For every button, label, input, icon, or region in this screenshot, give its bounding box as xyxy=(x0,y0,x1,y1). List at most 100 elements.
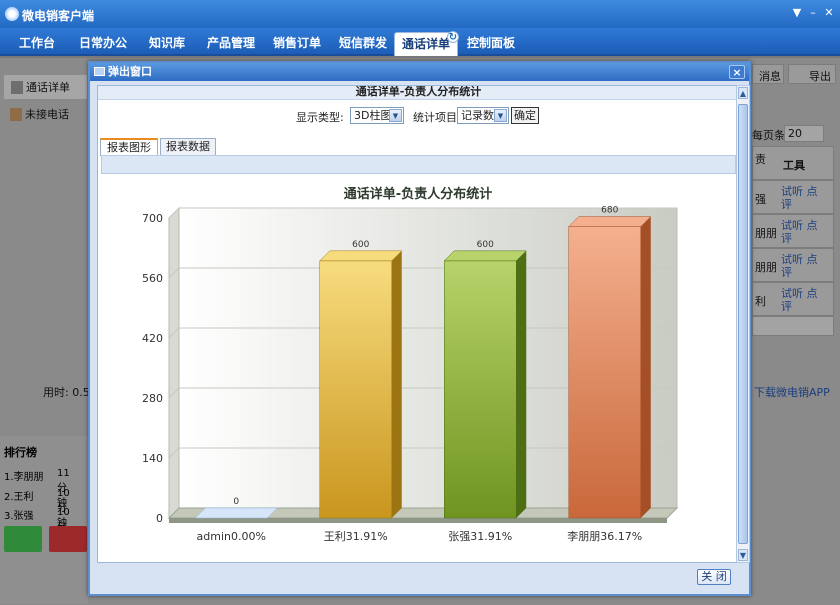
left-nav-label: 未接电话 xyxy=(25,108,69,121)
popup-header: 弹出窗口 × xyxy=(90,63,749,81)
column-header-tools: 工具 xyxy=(783,159,805,172)
page-size-value: 20 xyxy=(788,127,802,140)
ranking-name: 1.李朋朋 xyxy=(4,472,44,483)
table-row: 朋朋 试听 点评 xyxy=(752,248,834,282)
tab-report-chart[interactable]: 报表图形 xyxy=(100,138,158,156)
dropdown-icon[interactable]: ▼ xyxy=(790,6,804,20)
x-tick-label: 张强31.91% xyxy=(448,530,512,543)
chart-floor-edge xyxy=(169,518,667,523)
menu-item-call-details[interactable]: 通话详单 ↻ xyxy=(394,31,459,56)
ranking-row: 1.李朋朋 11分钟 xyxy=(4,468,70,509)
stat-item-value: 记录数 xyxy=(461,109,494,122)
ranking-row: 3.张强 10分钟 xyxy=(4,507,70,548)
y-tick-label: 560 xyxy=(142,272,163,285)
row-actions-link[interactable]: 试听 点评 xyxy=(781,253,821,279)
table-row: 利 试听 点评 xyxy=(752,282,834,316)
ranking-title: 排行榜 xyxy=(4,446,37,459)
bar xyxy=(444,260,517,519)
bar xyxy=(568,226,641,519)
menu-item-knowledge[interactable]: 知识库 xyxy=(142,32,192,56)
ranking-name: 3.张强 xyxy=(4,511,34,522)
left-nav-missed-calls[interactable]: 未接电话 xyxy=(3,102,88,128)
display-type-select[interactable]: 3D柱图 ▼ xyxy=(350,107,404,124)
y-tick-label: 140 xyxy=(142,452,163,465)
popup-title: 弹出窗口 xyxy=(108,65,152,78)
menu-item-products[interactable]: 产品管理 xyxy=(200,32,262,56)
popup-close-icon[interactable]: × xyxy=(729,65,745,79)
menu-item-call-details-label: 通话详单 xyxy=(401,37,450,51)
row-owner: 利 xyxy=(755,295,766,308)
scrollbar-thumb[interactable] xyxy=(738,104,748,544)
row-owner: 朋朋 xyxy=(755,261,777,274)
bar-chart: 通话详单-负责人分布统计 0 140 280 420 560 700 0 admin0.00% 6… xyxy=(142,186,679,543)
table-header: 责 工具 xyxy=(752,146,834,180)
bar-top xyxy=(568,216,652,227)
report-controls: 显示类型: 3D柱图 ▼ 统计项目: 记录数 ▼ 确定 xyxy=(98,107,737,125)
vertical-scrollbar[interactable]: ▲ ▼ xyxy=(736,85,750,563)
bar-side xyxy=(391,250,402,518)
phone-list-icon xyxy=(11,81,23,94)
message-button[interactable]: 消息 xyxy=(752,64,784,84)
popup-close-button[interactable]: 关 闭 xyxy=(697,569,731,585)
data-label: 600 xyxy=(352,240,369,250)
chevron-down-icon: ▼ xyxy=(389,109,402,122)
scroll-down-icon[interactable]: ▼ xyxy=(738,549,748,561)
bar-top xyxy=(443,250,527,262)
stat-item-select[interactable]: 记录数 ▼ xyxy=(457,107,509,124)
page-size-select[interactable]: 20 xyxy=(784,125,824,142)
tab-report-data[interactable]: 报表数据 xyxy=(160,138,216,155)
data-label: 680 xyxy=(601,206,618,216)
y-tick-label: 280 xyxy=(142,392,163,405)
missed-call-icon xyxy=(10,108,22,121)
y-tick-label: 420 xyxy=(142,332,163,345)
ranking-name: 2.王利 xyxy=(4,492,34,503)
main-menu: 工作台 日常办公 知识库 产品管理 销售订单 短信群发 通话详单 ↻ 控制面板 xyxy=(0,28,840,56)
report-tabs: 报表图形 报表数据 xyxy=(98,138,737,156)
refresh-icon[interactable]: ↻ xyxy=(447,31,459,43)
hangup-call-button[interactable] xyxy=(49,526,87,552)
app-logo-icon xyxy=(5,7,19,21)
bar-top xyxy=(194,507,278,519)
display-type-value: 3D柱图 xyxy=(354,109,392,122)
stat-item-label: 统计项目: xyxy=(413,111,461,124)
menu-item-orders[interactable]: 销售订单 xyxy=(266,32,328,56)
chart-area: 通话详单-负责人分布统计 0 140 280 420 560 700 0 admin0.00% 6… xyxy=(101,178,736,562)
row-actions-link[interactable]: 试听 点评 xyxy=(781,219,821,245)
chart-side-wall xyxy=(168,206,180,520)
app-title: 微电销客户端 xyxy=(22,9,95,23)
row-actions-link[interactable]: 试听 点评 xyxy=(781,287,821,313)
menu-item-workbench[interactable]: 工作台 xyxy=(10,32,64,56)
export-button[interactable]: 导出 xyxy=(788,64,836,84)
row-owner: 朋朋 xyxy=(755,227,777,240)
message-label: 消息 xyxy=(759,70,781,83)
report-title: 通话详单-负责人分布统计 xyxy=(98,86,737,100)
x-tick-label: admin0.00% xyxy=(197,530,266,543)
elapsed-time: 用时: 0.5 xyxy=(43,386,90,399)
chevron-down-icon: ▼ xyxy=(494,109,507,122)
bar xyxy=(319,260,392,519)
menu-item-sms[interactable]: 短信群发 xyxy=(332,32,394,56)
confirm-button[interactable]: 确定 xyxy=(511,107,539,124)
answer-call-button[interactable] xyxy=(4,526,42,552)
data-label: 0 xyxy=(233,497,239,507)
row-actions-link[interactable]: 试听 点评 xyxy=(781,185,821,211)
ranking-row: 2.王利 10分钟 xyxy=(4,488,70,529)
display-type-label: 显示类型: xyxy=(296,111,344,124)
minimize-button[interactable]: – xyxy=(806,6,820,20)
tab-strip xyxy=(101,155,736,174)
scroll-up-icon[interactable]: ▲ xyxy=(738,87,748,99)
column-header-owner: 责 xyxy=(755,153,766,166)
menu-item-daily-office[interactable]: 日常办公 xyxy=(72,32,134,56)
x-tick-label: 李朋朋36.17% xyxy=(567,529,642,543)
y-tick-label: 0 xyxy=(156,512,163,525)
close-window-button[interactable]: ✕ xyxy=(822,6,836,20)
download-app-link[interactable]: 下载微电销APP xyxy=(754,384,830,400)
left-nav-call-details[interactable]: 通话详单 xyxy=(3,74,88,100)
table-row: 朋朋 试听 点评 xyxy=(752,214,834,248)
bar-side xyxy=(640,216,651,519)
y-tick-label: 700 xyxy=(142,212,163,225)
bar-side xyxy=(516,250,527,518)
data-label: 600 xyxy=(477,240,494,250)
menu-item-control-panel[interactable]: 控制面板 xyxy=(462,32,520,56)
x-tick-label: 王利31.91% xyxy=(324,530,388,543)
